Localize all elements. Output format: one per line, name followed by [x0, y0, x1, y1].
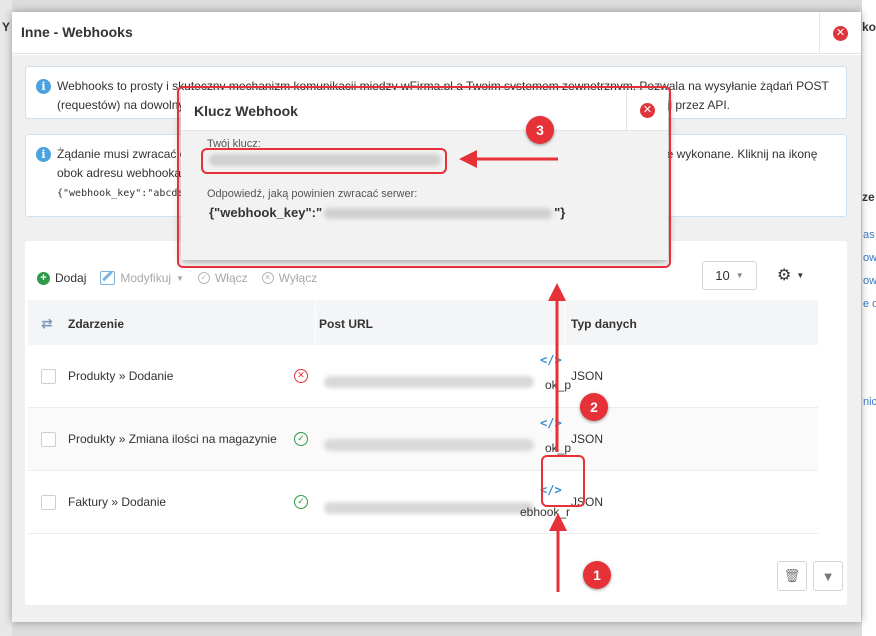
annotation-arrows — [459, 150, 567, 592]
annotation-number-2: 2 — [580, 393, 608, 421]
annotation-number-1: 1 — [583, 561, 611, 589]
annotation-number-3: 3 — [526, 116, 554, 144]
